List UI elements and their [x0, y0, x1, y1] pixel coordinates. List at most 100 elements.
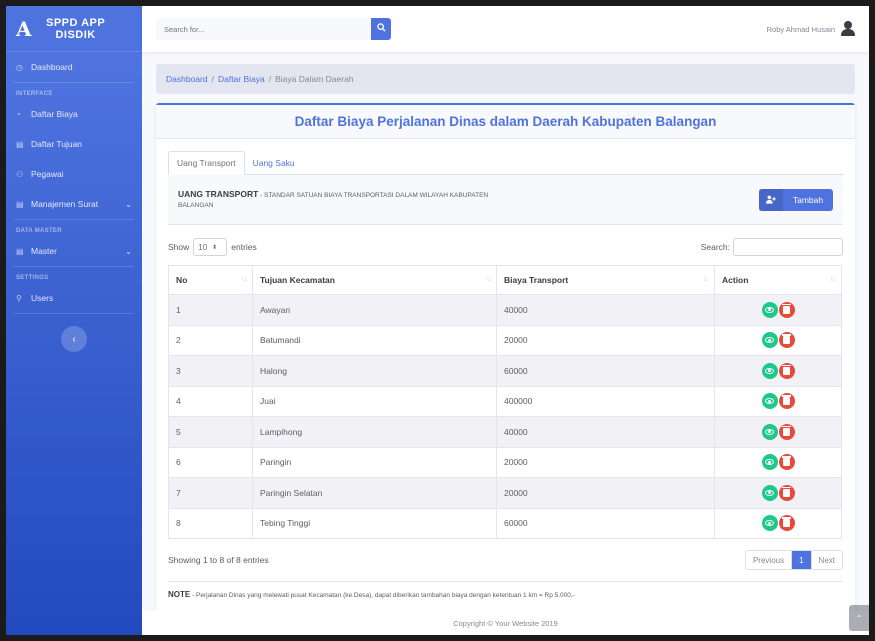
sidebar-item-label: Manajemen Surat [31, 199, 99, 209]
column-header-biaya[interactable]: Biaya Transport ↑↓ [496, 265, 715, 295]
add-button[interactable]: Tambah [759, 188, 833, 211]
sidebar: A SPPD APP DISDIK ◷ Dashboard INTERFACE … [6, 6, 142, 635]
search-button[interactable] [371, 18, 391, 40]
delete-button[interactable] [778, 423, 795, 440]
scroll-to-top-button[interactable]: ⌃ [849, 605, 869, 631]
previous-page-button[interactable]: Previous [746, 551, 791, 569]
delete-button[interactable] [778, 393, 795, 410]
delete-button[interactable] [778, 301, 795, 318]
delete-button[interactable] [778, 515, 795, 532]
topbar: Roby Ahmad Husain [142, 6, 869, 52]
user-name: Roby Ahmad Husain [766, 24, 835, 34]
sidebar-item-users[interactable]: ⚲ Users [6, 283, 142, 313]
cell-biaya: 60000 [496, 355, 715, 387]
search-input[interactable] [156, 18, 371, 40]
sort-icon: ↑↓ [830, 276, 836, 283]
entries-select[interactable]: 10 ⬍ [193, 238, 228, 256]
page-1-button[interactable]: 1 [791, 551, 811, 569]
sidebar-heading-settings: SETTINGS [16, 275, 49, 281]
user-dropdown[interactable]: Roby Ahmad Husain [767, 21, 855, 37]
sidebar-item-daftar-biaya[interactable]: ◔ Daftar Biaya [6, 99, 142, 129]
tab-uang-saku[interactable]: Uang Saku [245, 151, 303, 174]
cell-biaya: 400000 [496, 385, 715, 417]
table-header-row: No ↑↓ Tujuan Kecamatan ↑↓ Biaya Transport ↑… [168, 265, 842, 295]
table-row: 4 Juai 400000 [168, 385, 842, 417]
show-label: Show [168, 242, 190, 252]
cell-tujuan: Paringin [252, 446, 497, 478]
next-page-button[interactable]: Next [810, 551, 842, 569]
cell-biaya: 60000 [496, 507, 715, 539]
note-label: NOTE [168, 590, 191, 599]
delete-button[interactable] [778, 362, 795, 379]
biaya-table: No ↑↓ Tujuan Kecamatan ↑↓ Biaya Transport ↑… [168, 265, 842, 539]
delete-button[interactable] [778, 484, 795, 501]
sidebar-item-daftar-tujuan[interactable]: ▤ Daftar Tujuan [6, 129, 142, 159]
cell-action [714, 355, 842, 387]
sidebar-item-master[interactable]: ▤ Master ⌄ [6, 236, 142, 266]
column-header-no[interactable]: No ↑↓ [168, 265, 253, 295]
table-row: 1 Awayan 40000 [168, 294, 842, 326]
cell-no: 6 [168, 446, 253, 478]
trash-icon [782, 425, 791, 436]
datatable-footer: Showing 1 to 8 of 8 entries Previous 1 N… [168, 549, 843, 571]
sidebar-divider [14, 313, 134, 314]
sort-icon: ↑↓ [241, 276, 247, 283]
copyright-text: Copyright © Your Website 2019 [453, 618, 558, 628]
sidebar-toggle-button[interactable]: ‹ [61, 326, 87, 352]
sidebar-item-manajemen-surat[interactable]: ▤ Manajemen Surat ⌄ [6, 189, 142, 219]
sidebar-heading-interface: INTERFACE [16, 91, 53, 97]
view-button[interactable] [761, 393, 778, 410]
table-row: 5 Lampihong 40000 [168, 416, 842, 448]
view-button[interactable] [761, 423, 778, 440]
view-button[interactable] [761, 484, 778, 501]
brand-line1: SPPD APP [46, 16, 106, 29]
cell-biaya: 20000 [496, 324, 715, 356]
view-button[interactable] [761, 454, 778, 471]
section-header: UANG TRANSPORT - STANDAR SATUAN BIAYA TR… [168, 175, 843, 225]
delete-button[interactable] [778, 454, 795, 471]
breadcrumb-dashboard[interactable]: Dashboard [166, 74, 208, 84]
sidebar-item-label: Master [31, 246, 57, 256]
entries-label: entries [231, 242, 257, 252]
sidebar-item-pegawai[interactable]: ⚇ Pegawai [6, 159, 142, 189]
main-content: Roby Ahmad Husain Dashboard / Daftar Bia… [142, 6, 869, 635]
brand-text: SPPD APP DISDIK [46, 17, 105, 41]
cell-tujuan: Batumandi [252, 324, 497, 356]
cell-action [714, 477, 842, 509]
eye-icon [765, 459, 774, 466]
table-row: 8 Tebing Tinggi 60000 [168, 507, 842, 539]
view-button[interactable] [761, 332, 778, 349]
database-icon: ▤ [16, 246, 24, 256]
breadcrumb-current: Biaya Dalam Daerah [275, 74, 354, 84]
sidebar-brand[interactable]: A SPPD APP DISDIK [6, 6, 142, 52]
column-header-action[interactable]: Action ↑↓ [714, 265, 842, 295]
sidebar-item-dashboard[interactable]: ◷ Dashboard [6, 52, 142, 82]
cell-action [714, 324, 842, 356]
section-title-bold: UANG TRANSPORT [178, 188, 259, 199]
view-button[interactable] [761, 301, 778, 318]
view-button[interactable] [761, 515, 778, 532]
cell-no: 4 [168, 385, 253, 417]
breadcrumb: Dashboard / Daftar Biaya / Biaya Dalam D… [156, 64, 855, 94]
breadcrumb-daftar-biaya[interactable]: Daftar Biaya [218, 74, 265, 84]
table-search-input[interactable] [733, 238, 843, 256]
page-title: Daftar Biaya Perjalanan Dinas dalam Daer… [156, 105, 855, 139]
table-info: Showing 1 to 8 of 8 entries [168, 555, 269, 565]
select-arrows-icon: ⬍ [212, 244, 218, 251]
delete-button[interactable] [778, 332, 795, 349]
tab-uang-transport[interactable]: Uang Transport [168, 151, 245, 175]
view-button[interactable] [761, 362, 778, 379]
trash-icon [782, 517, 791, 528]
cell-action [714, 385, 842, 417]
chevron-down-icon: ⌄ [125, 199, 132, 209]
cell-tujuan: Halong [252, 355, 497, 387]
card-body: Uang Transport Uang Saku UANG TRANSPORT … [156, 139, 855, 225]
trash-icon [782, 395, 791, 406]
cell-action [714, 446, 842, 478]
eye-icon [765, 428, 774, 435]
note-text: - Perjalanan Dinas yang melewati pusat K… [190, 592, 575, 599]
column-header-tujuan[interactable]: Tujuan Kecamatan ↑↓ [252, 265, 497, 295]
sidebar-item-label: Daftar Tujuan [31, 139, 83, 149]
add-user-icon [759, 188, 783, 211]
cell-tujuan: Lampihong [252, 416, 497, 448]
